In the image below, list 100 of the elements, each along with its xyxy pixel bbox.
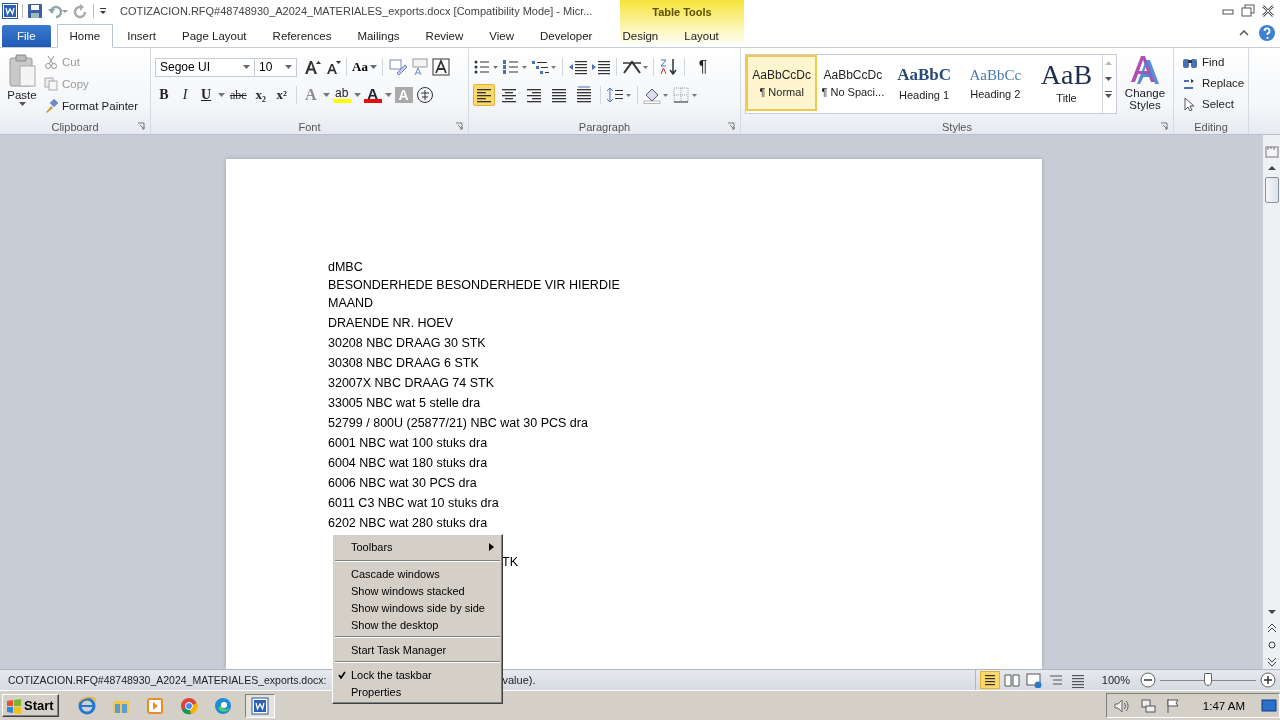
style-gallery-item[interactable]: AaBbCcDc ¶ No Spaci... [817, 55, 889, 111]
status-text: value). [502, 674, 536, 686]
character-border-icon[interactable] [431, 58, 450, 76]
bold-button[interactable]: B [155, 85, 173, 105]
document-text: 33005 NBC wat 5 stelle dra [328, 394, 482, 412]
dialog-launcher-icon[interactable] [727, 122, 736, 131]
document-text: 32007X NBC DRAAG 74 STK [328, 374, 496, 392]
style-gallery-item[interactable]: AaB Title [1030, 55, 1103, 111]
underline-button[interactable]: U [197, 85, 215, 105]
close-icon[interactable] [1260, 4, 1276, 18]
enclose-characters-icon[interactable] [415, 86, 434, 104]
borders-icon[interactable] [672, 86, 698, 104]
ribbon-tab[interactable]: Review [413, 25, 476, 47]
zoom-level[interactable]: 100% [1101, 674, 1130, 686]
style-gallery-item[interactable]: AaBbCcDc ¶ Normal [746, 55, 818, 111]
start-button[interactable]: Start [2, 694, 59, 717]
select-button[interactable]: Select [1182, 94, 1245, 114]
document-text: TK [501, 554, 519, 571]
dropdown-caret-icon[interactable] [384, 93, 392, 97]
zoom-slider-thumb[interactable] [1204, 672, 1212, 686]
decrease-indent-icon[interactable] [568, 58, 588, 76]
font-color-button[interactable]: A [363, 87, 382, 103]
dropdown-caret-icon[interactable] [322, 93, 330, 97]
menu-item[interactable]: Show windows side by side [333, 599, 502, 616]
dropdown-caret-icon[interactable] [353, 93, 361, 97]
menu-item[interactable]: Properties [333, 683, 502, 700]
script-button[interactable]: x₂ [251, 85, 270, 105]
strikethrough-button[interactable]: abc [228, 85, 249, 105]
dialog-launcher-icon[interactable] [455, 122, 464, 131]
taskbar-app-button[interactable] [244, 693, 275, 718]
view-print-button[interactable] [979, 671, 1000, 689]
ribbon-tab[interactable]: View [477, 25, 526, 47]
ribbon-tab[interactable]: File [2, 25, 51, 47]
sort-icon[interactable] [659, 58, 679, 76]
help-icon[interactable] [1258, 24, 1276, 42]
ribbon-tab[interactable]: Insert [115, 25, 168, 47]
change-case-button[interactable]: Aa [352, 57, 377, 77]
menu-item[interactable]: Start Task Manager [333, 641, 502, 658]
scrollbar-thumb[interactable] [1264, 177, 1279, 203]
font-size-field[interactable]: 10 [254, 57, 297, 77]
italic-button[interactable]: I [176, 85, 194, 105]
line-spacing-icon[interactable] [606, 86, 632, 104]
network-icon[interactable] [1138, 697, 1157, 714]
zoom-out-icon[interactable] [1140, 672, 1156, 688]
shading-bucket-icon[interactable] [643, 86, 669, 104]
ribbon-tab[interactable]: Design [610, 25, 671, 47]
grow-font-icon[interactable] [304, 59, 322, 75]
paste-button[interactable]: Paste [4, 52, 40, 119]
dialog-launcher-icon[interactable] [137, 122, 146, 131]
zoom-in-icon[interactable] [1260, 672, 1276, 688]
align-center-icon [500, 86, 518, 104]
menu-item[interactable]: Show windows stacked [333, 582, 502, 599]
show-desktop-icon[interactable] [1261, 697, 1277, 714]
submenu-arrow-icon [489, 543, 494, 551]
restore-icon[interactable] [1240, 4, 1256, 18]
multilevel-list-icon[interactable] [531, 58, 557, 76]
flag-icon[interactable] [1164, 697, 1181, 714]
find-button[interactable]: Find [1182, 52, 1245, 72]
menu-item[interactable]: Toolbars [333, 537, 502, 557]
save-icon[interactable] [27, 3, 43, 19]
dropdown-caret-icon[interactable] [218, 93, 225, 97]
edge-icon [212, 695, 233, 716]
document-text: 30208 NBC DRAAG 30 STK [328, 334, 487, 352]
document-text: dMBC [328, 259, 364, 276]
view-web-button[interactable] [1023, 671, 1044, 689]
ribbon-tab[interactable]: Mailings [345, 25, 412, 47]
bullets-icon[interactable] [473, 58, 499, 76]
group-label: Editing [1194, 120, 1228, 133]
speaker-icon[interactable] [1112, 697, 1131, 714]
align-justify-icon [550, 86, 568, 104]
replace-button[interactable]: Replace [1182, 73, 1245, 93]
clock[interactable]: 1:47 AM [1202, 699, 1245, 712]
script-button[interactable]: x² [272, 85, 291, 105]
copy-icon [44, 77, 58, 91]
menu-item[interactable]: Cascade windows [333, 565, 502, 582]
numbering-icon[interactable] [502, 58, 528, 76]
paintbrush-icon [44, 99, 58, 113]
format-painter-button[interactable]: Format Painter [44, 96, 139, 116]
align-left-button[interactable] [473, 84, 495, 106]
ribbon-tab[interactable]: Layout [672, 25, 731, 47]
ruler-toggle-icon[interactable] [1264, 145, 1279, 159]
ribbon-tab[interactable]: Page Layout [170, 25, 259, 47]
caret-icon [18, 102, 26, 106]
style-gallery-item[interactable]: AaBbC Heading 1 [888, 55, 960, 111]
ribbon-tab[interactable]: Home [56, 24, 114, 48]
menu-item[interactable]: Show the desktop [333, 616, 502, 633]
ribbon-tab[interactable]: References [260, 25, 344, 47]
menu-item[interactable]: Lock the taskbar [333, 666, 502, 683]
vertical-scrollbar[interactable] [1262, 135, 1280, 669]
increase-indent-icon[interactable] [591, 58, 611, 76]
highlight-button[interactable]: ab [332, 87, 351, 103]
shrink-font-icon[interactable] [325, 59, 341, 75]
change-styles-button[interactable]: Change Styles [1121, 52, 1169, 119]
font-name-field[interactable]: Segoe UI [155, 57, 255, 77]
ribbon-tab[interactable]: Developer [528, 25, 605, 47]
style-gallery-item[interactable]: AaBbCc Heading 2 [959, 55, 1031, 111]
view-web-icon [1024, 672, 1043, 688]
show-formatting-marks-button[interactable]: ¶ [694, 57, 712, 77]
dialog-launcher-icon[interactable] [1160, 122, 1169, 131]
scissors-icon [44, 55, 58, 69]
